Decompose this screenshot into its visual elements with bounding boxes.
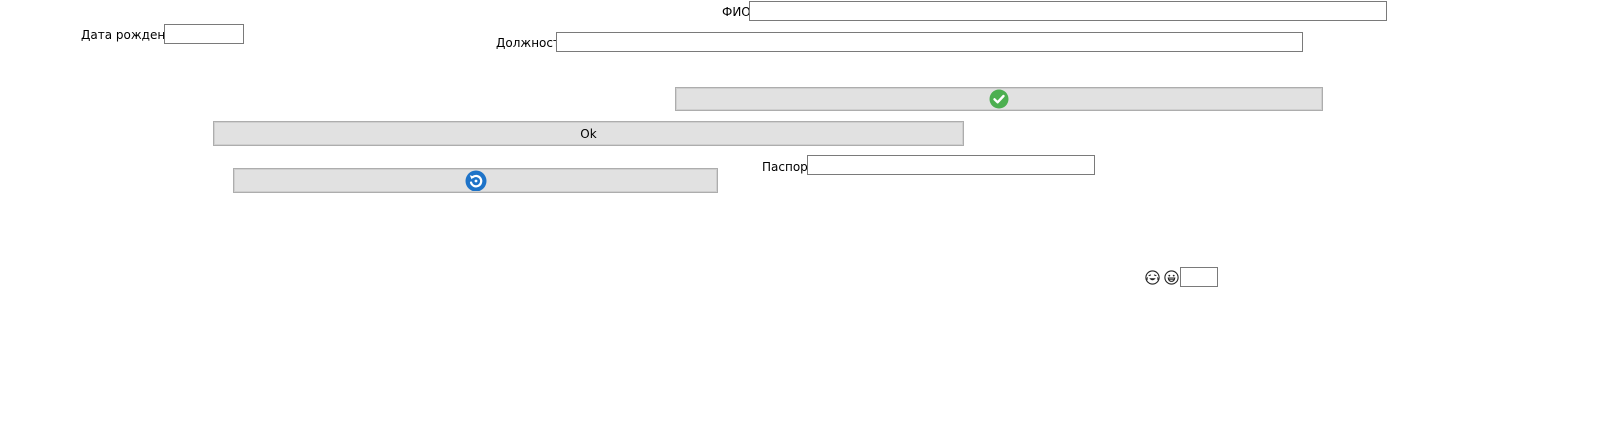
grinning-face-icon: [1164, 270, 1179, 285]
refresh-button[interactable]: [233, 168, 718, 193]
check-circle-icon: [989, 89, 1009, 109]
position-field[interactable]: [556, 32, 1303, 52]
birth-date-field[interactable]: [164, 24, 244, 44]
ok-button[interactable]: Ok: [213, 121, 964, 146]
refresh-icon: [465, 170, 487, 192]
confirm-button[interactable]: [675, 87, 1323, 111]
small-field[interactable]: [1180, 267, 1218, 287]
fio-label: ФИО: [722, 5, 751, 19]
crying-laughing-face-icon: [1145, 270, 1160, 285]
passport-field[interactable]: [807, 155, 1095, 175]
fio-field[interactable]: [749, 1, 1387, 21]
ok-button-label: Ok: [580, 126, 597, 141]
